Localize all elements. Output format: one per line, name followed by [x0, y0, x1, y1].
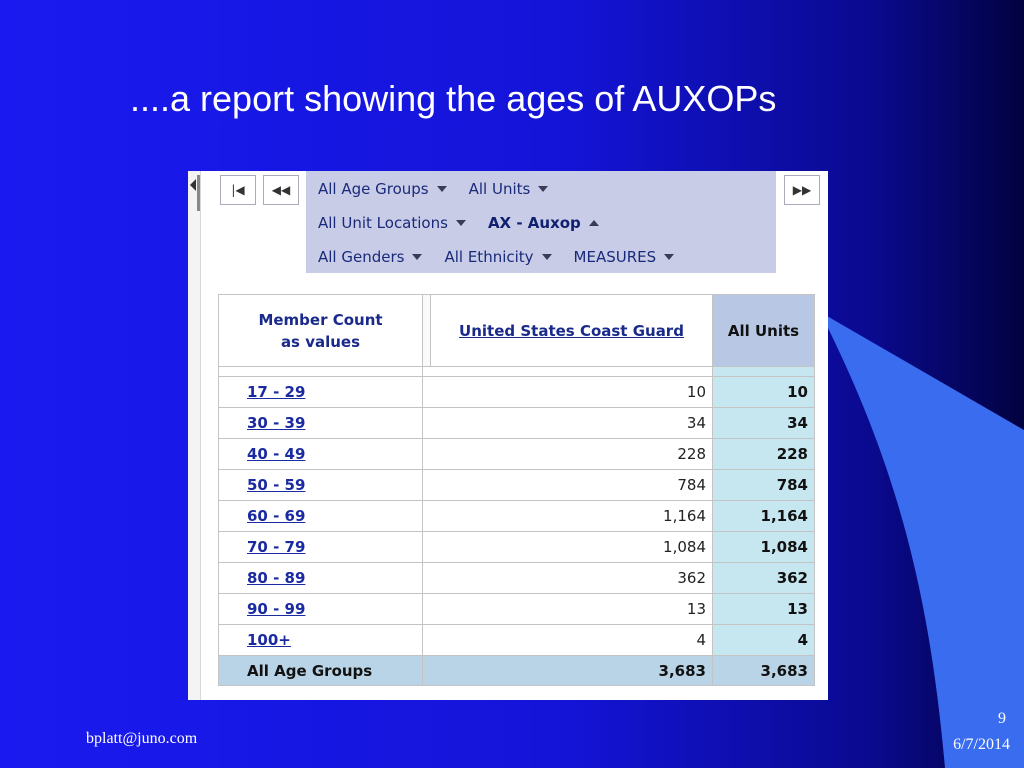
age-group-link[interactable]: 60 - 69 [218, 500, 423, 532]
all-units-value: 13 [712, 593, 815, 625]
slide-title: ....a report showing the ages of AUXOPs [130, 78, 777, 119]
all-units-value: 34 [712, 407, 815, 439]
age-group-link[interactable]: 50 - 59 [218, 469, 423, 501]
uscg-value: 10 [422, 376, 713, 408]
uscg-value: 13 [422, 593, 713, 625]
table-row: 80 - 89 362 362 [218, 562, 815, 594]
filter-panel: All Age Groups All Units All Unit Locatio… [306, 171, 776, 273]
footer-email: bplatt@juno.com [86, 730, 198, 747]
caret-down-icon[interactable] [455, 220, 466, 226]
all-units-value: 10 [712, 376, 815, 408]
all-units-value: 3,683 [712, 655, 815, 686]
filter-label: MEASURES [573, 248, 657, 266]
all-units-value: 1,164 [712, 500, 815, 532]
uscg-value: 4 [422, 624, 713, 656]
table-row: 50 - 59 784 784 [218, 469, 815, 501]
all-units-value: 1,084 [712, 531, 815, 563]
age-group-link[interactable]: 90 - 99 [218, 593, 423, 625]
all-units-value: 4 [712, 624, 815, 656]
all-units-value: 362 [712, 562, 815, 594]
row-header-label: Member Count as values [218, 294, 423, 367]
table-row: 40 - 49 228 228 [218, 438, 815, 470]
filter-label: All Genders [318, 248, 405, 266]
total-label: All Age Groups [218, 655, 423, 686]
caret-down-icon[interactable] [412, 254, 423, 260]
previous-page-button[interactable]: ◀◀ [263, 175, 299, 205]
table-row: 30 - 39 34 34 [218, 407, 815, 439]
filter-label: AX - Auxop [487, 214, 581, 232]
filter-label: All Units [468, 180, 531, 198]
filter-dropdown[interactable]: All Unit Locations [318, 214, 466, 232]
filter-dropdown[interactable]: AX - Auxop [488, 214, 599, 232]
table-row: 17 - 29 10 10 [218, 376, 815, 408]
table-row: 60 - 69 1,164 1,164 [218, 500, 815, 532]
filter-dropdown[interactable]: All Units [469, 180, 549, 198]
filter-dropdown[interactable]: All Age Groups [318, 180, 447, 198]
filter-row: All Unit Locations AX - Auxop [318, 209, 621, 237]
uscg-value: 784 [422, 469, 713, 501]
uscg-column-link[interactable]: United States Coast Guard [459, 322, 684, 340]
collapse-arrow-icon [190, 179, 196, 191]
caret-down-icon[interactable] [538, 186, 549, 192]
filter-label: All Ethnicity [444, 248, 534, 266]
filter-label: All Unit Locations [318, 214, 448, 232]
first-page-button[interactable]: |◀ [220, 175, 256, 205]
filter-row: All Age Groups All Units [318, 175, 570, 203]
footer-date: 6/7/2014 [953, 736, 1010, 753]
age-group-link[interactable]: 17 - 29 [218, 376, 423, 408]
next-page-icon: ▶▶ [792, 183, 812, 197]
table-row: 90 - 99 13 13 [218, 593, 815, 625]
first-page-icon: |◀ [231, 183, 245, 197]
uscg-value: 1,084 [422, 531, 713, 563]
previous-page-icon: ◀◀ [271, 183, 291, 197]
caret-down-icon[interactable] [436, 186, 447, 192]
all-units-value: 228 [712, 438, 815, 470]
uscg-value: 3,683 [422, 655, 713, 686]
next-page-button[interactable]: ▶▶ [784, 175, 820, 205]
table-row: 100+ 4 4 [218, 624, 815, 656]
age-group-link[interactable]: 100+ [218, 624, 423, 656]
column-header-uscg[interactable]: United States Coast Guard [430, 294, 713, 367]
table-row: 70 - 79 1,084 1,084 [218, 531, 815, 563]
all-units-value: 784 [712, 469, 815, 501]
uscg-value: 34 [422, 407, 713, 439]
filter-row: All Genders All Ethnicity MEASURES [318, 243, 696, 271]
filter-dropdown[interactable]: All Genders [318, 248, 423, 266]
age-group-link[interactable]: 40 - 49 [218, 438, 423, 470]
uscg-value: 1,164 [422, 500, 713, 532]
member-count-table: Member Count as values United States Coa… [218, 294, 815, 686]
uscg-value: 228 [422, 438, 713, 470]
report-panel: |◀ ◀◀ ▶▶ All Age Groups All Units All Uni… [188, 171, 828, 700]
caret-down-icon[interactable] [664, 254, 675, 260]
filter-dropdown[interactable]: MEASURES [574, 248, 675, 266]
page-number: 9 [998, 710, 1006, 727]
filter-label: All Age Groups [318, 180, 429, 198]
uscg-value: 362 [422, 562, 713, 594]
caret-up-icon[interactable] [588, 220, 599, 226]
age-group-link[interactable]: 70 - 79 [218, 531, 423, 563]
collapse-handle[interactable] [188, 171, 201, 700]
age-group-link[interactable]: 80 - 89 [218, 562, 423, 594]
filter-dropdown[interactable]: All Ethnicity [444, 248, 552, 266]
caret-down-icon[interactable] [541, 254, 552, 260]
column-header-all-units: All Units [712, 294, 815, 367]
age-group-link[interactable]: 30 - 39 [218, 407, 423, 439]
total-row: All Age Groups 3,683 3,683 [218, 655, 815, 686]
